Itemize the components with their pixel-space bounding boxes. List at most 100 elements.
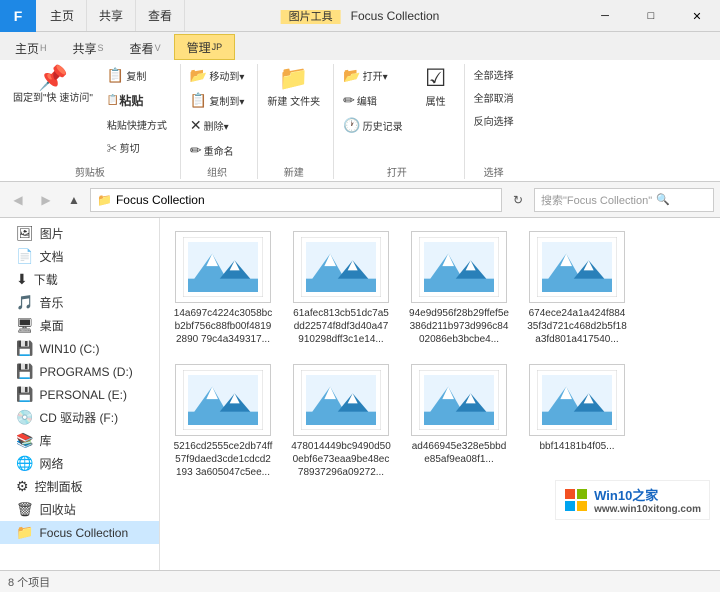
sidebar-icon-control: ⚙ [16,478,29,495]
tab-share-ribbon[interactable]: 共享 S [60,36,117,60]
rename-button[interactable]: ✏ 重命名 [185,139,249,162]
open-icon: 📂 [343,67,360,84]
new-folder-icon: 📁 [279,67,309,91]
paste-icon: 📋 [107,95,119,106]
edit-button[interactable]: ✏ 编辑 [338,89,407,112]
sidebar-item-pictures[interactable]: 🖼图片 [0,222,159,245]
sidebar-icon-library: 📚 [16,432,33,449]
sidebar-icon-personale: 💾 [16,386,33,403]
file-name-file5: 5216cd2555ce2db74ff57f9daed3cde1cdcd2193… [173,440,273,479]
pin-icon: 📌 [38,67,68,91]
sidebar-icon-programsd: 💾 [16,363,33,380]
close-button[interactable]: ✕ [674,0,720,32]
sidebar-item-library[interactable]: 📚库 [0,429,159,452]
properties-button[interactable]: ☑ 属性 [416,64,456,111]
file-item-file1[interactable]: 14a697c4224c3058bcb2bf756c88fb00f4819289… [168,226,278,351]
file-thumbnail-file3 [411,231,507,303]
file-thumbnail-file6 [293,364,389,436]
move-icon: 📂 [190,67,207,84]
file-item-file7[interactable]: ad466945e328e5bbde85af9ea08f1... [404,359,514,484]
window-title: 图片工具 Focus Collection [281,8,440,24]
windows-logo [564,488,588,512]
open-buttons: 📂 打开▾ ✏ 编辑 🕐 历史记录 ☑ 属性 [338,64,455,162]
new-buttons: 📁 新建 文件夹 [262,64,325,162]
sidebar-item-programsd[interactable]: 💾PROGRAMS (D:) [0,360,159,383]
invert-select-button[interactable]: 反向选择 [469,110,519,131]
file-thumbnail-file8 [529,364,625,436]
file-menu-button[interactable]: F [0,0,36,32]
pin-button[interactable]: 📌 固定到"快 速访问" [8,64,98,108]
file-name-file8: bbf14181b4f05... [539,440,614,453]
sidebar-item-focus[interactable]: 📁Focus Collection [0,521,159,544]
sidebar-item-documents[interactable]: 📄文档 [0,245,159,268]
back-button[interactable]: ◀ [6,188,30,212]
sidebar-icon-pictures: 🖼 [16,225,34,242]
sidebar-icon-focus: 📁 [16,524,33,541]
select-all-button[interactable]: 全部选择 [469,64,519,85]
delete-button[interactable]: ✕ 删除▾ [185,114,249,137]
file-thumbnail-file2 [293,231,389,303]
minimize-button[interactable]: ─ [582,0,628,32]
file-item-file2[interactable]: 61afec813cb51dc7a5dd22574f8df3d40a479102… [286,226,396,351]
sidebar-item-network[interactable]: 🌐网络 [0,452,159,475]
file-item-file4[interactable]: 674ece24a1a424f88435f3d721c468d2b5f18a3f… [522,226,632,351]
sidebar-icon-downloads: ⬇ [16,271,28,288]
tab-manage-ribbon[interactable]: 管理 JP [174,34,236,60]
paste-button[interactable]: 📋 粘贴 [102,89,172,112]
tab-view-ribbon[interactable]: 查看 V [117,36,174,60]
sidebar: 🖼图片📄文档⬇下载🎵音乐🖥桌面💾WIN10 (C:)💾PROGRAMS (D:)… [0,218,160,570]
clipboard-column: 📋 复制 📋 粘贴 粘贴快捷方式 ✂ 剪切 [102,64,172,158]
sidebar-icon-documents: 📄 [16,248,33,265]
file-thumbnail-file4 [529,231,625,303]
sidebar-item-recycle[interactable]: 🗑回收站 [0,498,159,521]
copy-to-button[interactable]: 📋 复制到▾ [185,89,249,112]
sidebar-item-music[interactable]: 🎵音乐 [0,291,159,314]
window-controls: ─ □ ✕ [582,0,720,31]
sidebar-item-win10c[interactable]: 💾WIN10 (C:) [0,337,159,360]
history-button[interactable]: 🕐 历史记录 [338,114,407,137]
properties-icon: ☑ [425,67,447,91]
watermark-url: www.win10xitong.com [594,504,701,515]
sidebar-item-control[interactable]: ⚙控制面板 [0,475,159,498]
cut-button[interactable]: ✂ 剪切 [102,137,172,158]
file-item-file6[interactable]: 478014449bc9490d500ebf6e73eaa9be48ec7893… [286,359,396,484]
sidebar-icon-win10c: 💾 [16,340,33,357]
move-to-button[interactable]: 📂 移动到▾ [185,64,249,87]
new-folder-button[interactable]: 📁 新建 文件夹 [262,64,325,111]
file-name-file3: 94e9d956f28b29ffef5e386d211b973d996c8402… [409,307,509,346]
ribbon-tabs: 主页 H 共享 S 查看 V 管理 JP [0,32,720,60]
search-box[interactable]: 搜索"Focus Collection" 🔍 [534,188,714,212]
refresh-button[interactable]: ↻ [506,188,530,212]
file-item-file3[interactable]: 94e9d956f28b29ffef5e386d211b973d996c8402… [404,226,514,351]
ribbon-group-clipboard: 📌 固定到"快 速访问" 📋 复制 📋 粘贴 粘贴快捷方式 ✂ 剪切 [4,64,181,179]
tab-home-ribbon[interactable]: 主页 H [2,36,60,60]
file-item-file8[interactable]: bbf14181b4f05... [522,359,632,484]
copy-button[interactable]: 📋 复制 [102,64,172,87]
rename-icon: ✏ [190,142,202,159]
file-item-file5[interactable]: 5216cd2555ce2db74ff57f9daed3cde1cdcd2193… [168,359,278,484]
paste-shortcut-button[interactable]: 粘贴快捷方式 [102,114,172,135]
sidebar-item-downloads[interactable]: ⬇下载 [0,268,159,291]
clipboard-label: 剪贴板 [8,162,172,179]
sidebar-item-cdf[interactable]: 💿CD 驱动器 (F:) [0,406,159,429]
address-input[interactable]: 📁 Focus Collection [90,188,502,212]
forward-button[interactable]: ▶ [34,188,58,212]
tab-view[interactable]: 查看 [136,0,185,31]
sidebar-icon-music: 🎵 [16,294,33,311]
select-none-button[interactable]: 全部取消 [469,87,519,108]
ribbon-content: 📌 固定到"快 速访问" 📋 复制 📋 粘贴 粘贴快捷方式 ✂ 剪切 [0,60,720,182]
tab-home[interactable]: 主页 [38,0,87,31]
open-button[interactable]: 📂 打开▾ [338,64,407,87]
copy-to-icon: 📋 [190,92,207,109]
title-bar-tabs: 主页 共享 查看 [38,0,185,31]
sidebar-item-personale[interactable]: 💾PERSONAL (E:) [0,383,159,406]
sidebar-item-desktop[interactable]: 🖥桌面 [0,314,159,337]
tab-share[interactable]: 共享 [87,0,136,31]
maximize-button[interactable]: □ [628,0,674,32]
file-name-file6: 478014449bc9490d500ebf6e73eaa9be48ec7893… [291,440,391,479]
up-button[interactable]: ▲ [62,188,86,212]
sidebar-icon-network: 🌐 [16,455,33,472]
new-label: 新建 [262,162,325,179]
select-buttons: 全部选择 全部取消 反向选择 [469,64,519,162]
select-label: 选择 [469,162,519,179]
